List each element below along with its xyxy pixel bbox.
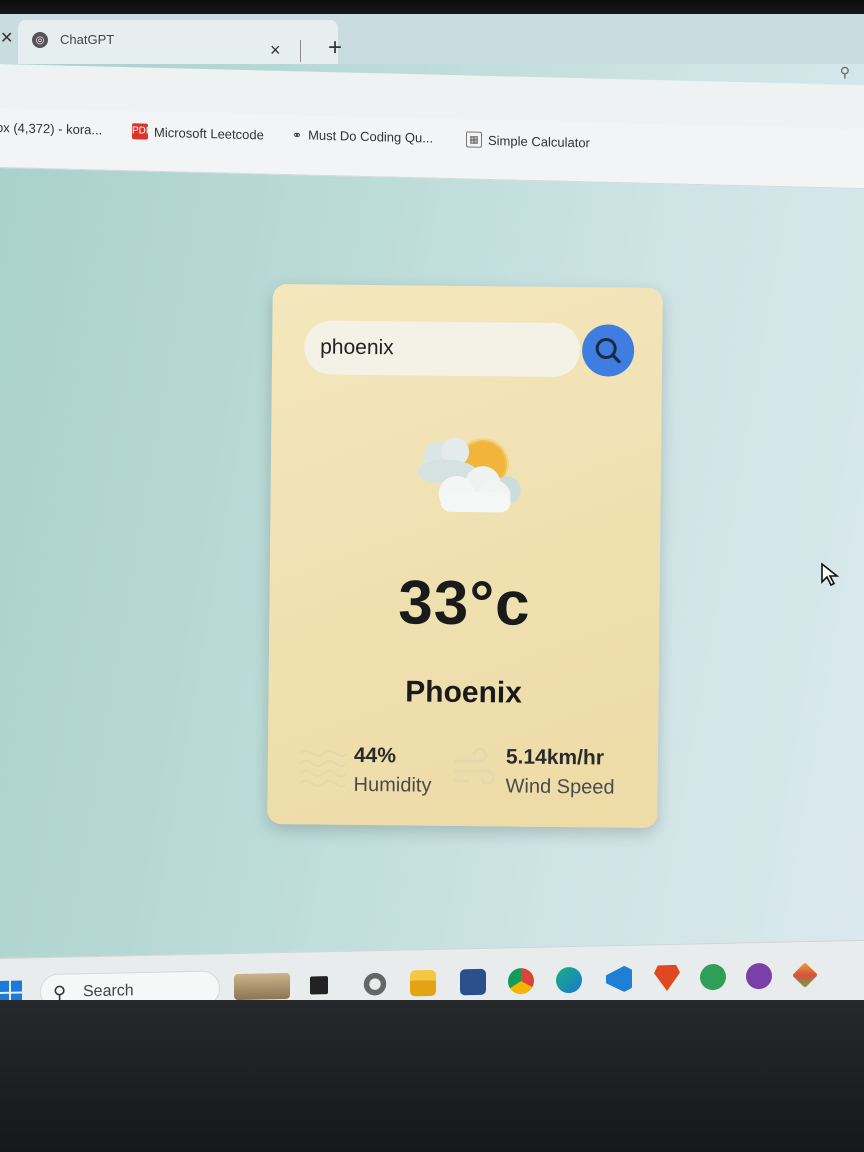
app-icon[interactable]	[792, 962, 818, 989]
city-search-input[interactable]	[303, 320, 581, 378]
bookmark-simple-calculator[interactable]: ▦ Simple Calculator	[466, 131, 590, 150]
task-view-icon[interactable]	[310, 976, 328, 995]
new-tab-button[interactable]: +	[328, 36, 342, 60]
wind-detail: 5.14km/hr Wind Speed	[449, 741, 650, 803]
bookmark-must-do-coding[interactable]: ⚭ Must Do Coding Qu...	[292, 127, 434, 146]
temperature-display: 33°c	[398, 568, 531, 639]
bookmark-microsoft-leetcode[interactable]: PDF Microsoft Leetcode	[132, 123, 264, 142]
wind-icon	[453, 747, 496, 785]
browser-tab-strip: ✕ ◎ ChatGPT × +	[0, 14, 864, 64]
file-explorer-icon[interactable]	[410, 969, 436, 997]
whatsapp-icon[interactable]	[700, 963, 726, 991]
chrome-icon[interactable]	[508, 967, 534, 995]
bookmark-inbox[interactable]: ox (4,372) - kora...	[0, 120, 102, 138]
vscode-icon[interactable]	[606, 966, 632, 993]
humidity-label: Humidity	[353, 773, 432, 797]
wind-speed-value: 5.14km/hr	[505, 745, 605, 770]
screen-bezel-bottom	[0, 1000, 864, 1152]
humidity-value: 44%	[353, 743, 397, 768]
humidity-icon	[298, 749, 347, 788]
tab-title: ChatGPT	[60, 32, 115, 47]
mouse-cursor-icon	[821, 562, 840, 587]
settings-gear-icon[interactable]	[362, 970, 388, 998]
github-desktop-icon[interactable]	[746, 962, 772, 990]
screen: ✕ ◎ ChatGPT × + ⚲ ox (4,372) - kora... P…	[0, 14, 864, 1004]
bookmark-label: Simple Calculator	[488, 132, 590, 150]
pdf-icon: PDF	[132, 123, 152, 140]
search-icon	[595, 337, 621, 364]
search-button[interactable]	[581, 324, 635, 377]
brave-icon[interactable]	[654, 965, 680, 992]
weather-widget-icon[interactable]	[234, 972, 290, 1001]
calculator-icon: ▦	[466, 131, 482, 148]
tab-chatgpt[interactable]: ◎ ChatGPT × +	[18, 20, 342, 64]
weather-card: 33°c Phoenix 44% Humidity 5.14km/hr Wind…	[267, 283, 663, 829]
link-icon: ⚭	[292, 127, 303, 142]
taskbar-search-label: Search	[83, 982, 134, 1001]
taskbar-search[interactable]: ⚲ Search	[40, 970, 220, 1004]
bookmark-label: Microsoft Leetcode	[154, 124, 264, 142]
tab-separator	[300, 40, 301, 62]
bookmark-label: ox (4,372) - kora...	[0, 119, 103, 138]
taskbar: ⚲ Search	[0, 939, 864, 1004]
humidity-detail: 44% Humidity	[297, 739, 468, 801]
edge-icon[interactable]	[556, 966, 582, 994]
microsoft-store-icon[interactable]	[460, 968, 486, 996]
city-name: Phoenix	[405, 675, 523, 710]
bookmark-label: Must Do Coding Qu...	[308, 127, 434, 146]
zoom-icon[interactable]: ⚲	[840, 64, 850, 81]
tab-close-button[interactable]: ×	[270, 40, 281, 61]
wind-speed-label: Wind Speed	[505, 775, 615, 799]
partly-cloudy-icon	[416, 437, 521, 513]
chatgpt-favicon-icon: ◎	[32, 32, 48, 48]
previous-tab-close-icon[interactable]: ✕	[0, 28, 13, 48]
